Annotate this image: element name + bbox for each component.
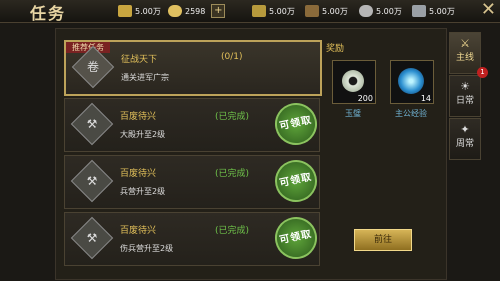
task-desc: 大殿升至2级 <box>120 130 166 139</box>
add-currency-button[interactable]: + <box>211 4 226 18</box>
task-name: 百废待兴 <box>120 169 157 179</box>
resource-stone: 5.00万 <box>359 3 402 19</box>
tab-label: 主线 <box>455 53 474 63</box>
iron-icon <box>412 5 426 17</box>
stone-icon <box>359 5 373 17</box>
reward-slot-exp[interactable]: 14 <box>390 60 434 104</box>
task-status: (已完成) <box>215 112 250 122</box>
hammer-icon: ⚒ <box>70 216 114 260</box>
tab-label: 日常 <box>455 96 474 106</box>
task-item[interactable]: 推荐任务 卷 征战天下 (0/1) 通关进军广宗 <box>64 40 322 96</box>
go-button[interactable]: 前往 <box>354 229 412 251</box>
ingot-icon <box>168 5 182 17</box>
resource-ingot: 2598 + <box>168 3 226 19</box>
resource-gold-value: 5.00万 <box>135 6 161 16</box>
task-desc: 伤兵营升至2级 <box>120 244 174 253</box>
task-status: (已完成) <box>215 226 250 236</box>
jade-disc-icon <box>342 70 364 92</box>
close-icon[interactable]: ✕ <box>481 0 496 20</box>
task-name: 征战天下 <box>121 55 158 65</box>
resource-gold: 5.00万 <box>118 3 161 19</box>
task-name: 百废待兴 <box>120 112 157 122</box>
resource-stone-value: 5.00万 <box>376 6 402 16</box>
task-progress: (0/1) <box>221 52 243 62</box>
resource-grain-value: 5.00万 <box>269 6 295 16</box>
hammer-icon: ⚒ <box>70 159 114 203</box>
task-item[interactable]: ⚒ 百废待兴 (已完成) 伤兵营升至2级 可领取 <box>64 212 321 266</box>
resource-grain: 5.00万 <box>252 3 295 19</box>
hammer-icon: ⚒ <box>70 102 114 146</box>
resource-iron-value: 5.00万 <box>429 6 455 16</box>
tab-weekly[interactable]: ✦ 周常 <box>449 118 481 160</box>
task-item[interactable]: ⚒ 百废待兴 (已完成) 兵营升至2级 可领取 <box>64 155 321 209</box>
reward-count: 14 <box>420 94 431 103</box>
resource-ingot-value: 2598 <box>185 6 206 16</box>
task-status: (已完成) <box>215 169 250 179</box>
reward-title: 奖励 <box>326 44 345 54</box>
tab-label: 周常 <box>455 139 474 149</box>
claim-button[interactable]: 可领取 <box>271 99 321 149</box>
tab-main[interactable]: ⚔ 主线 <box>449 32 481 74</box>
reward-name: 玉璧 <box>345 109 361 118</box>
claim-button[interactable]: 可领取 <box>271 156 321 206</box>
task-list: 推荐任务 卷 征战天下 (0/1) 通关进军广宗 ⚒ 百废待兴 (已完成) 大殿… <box>64 40 322 281</box>
gold-bar-icon <box>118 5 132 17</box>
daily-icon: ☀ <box>460 80 470 93</box>
tab-daily[interactable]: ☀ 日常 <box>449 75 481 117</box>
daily-badge: 1 <box>477 67 488 78</box>
resource-iron: 5.00万 <box>412 3 455 19</box>
exp-orb-icon <box>398 68 424 94</box>
task-name: 百废待兴 <box>120 226 157 236</box>
top-bar: 任务 5.00万 2598 + 5.00万 5.00万 5.00万 5.00万 … <box>0 0 500 23</box>
grain-icon <box>252 5 266 17</box>
reward-slot-jade[interactable]: 200 <box>332 60 376 104</box>
weekly-icon: ✦ <box>460 123 470 136</box>
window-title: 任务 <box>30 4 67 23</box>
reward-count: 200 <box>357 94 373 103</box>
main-quest-icon: ⚔ <box>460 37 470 50</box>
task-item[interactable]: ⚒ 百废待兴 (已完成) 大殿升至2级 可领取 <box>64 98 321 152</box>
reward-name: 主公经验 <box>395 109 427 118</box>
task-desc: 通关进军广宗 <box>121 73 169 82</box>
task-desc: 兵营升至2级 <box>120 187 166 196</box>
wood-icon <box>305 5 319 17</box>
claim-button[interactable]: 可领取 <box>271 213 321 263</box>
resource-wood-value: 5.00万 <box>322 6 348 16</box>
resource-wood: 5.00万 <box>305 3 348 19</box>
